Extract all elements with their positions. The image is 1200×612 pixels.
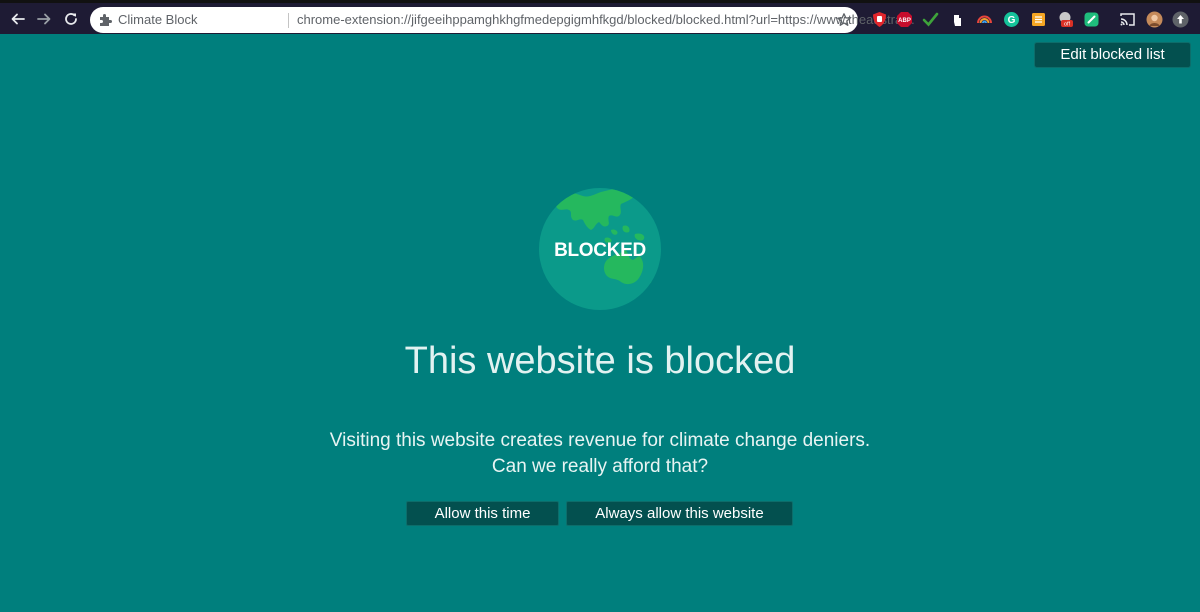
svg-text:G: G [1008, 15, 1016, 26]
cast-icon[interactable] [1119, 11, 1136, 28]
reload-icon [65, 13, 77, 25]
back-arrow-icon [11, 13, 25, 25]
rainbow-icon[interactable] [976, 11, 993, 28]
always-allow-button[interactable]: Always allow this website [566, 501, 793, 526]
puzzle-icon [100, 14, 112, 26]
message-line-2: Can we really afford that? [491, 456, 709, 477]
adblock-plus-icon[interactable]: ABP [896, 11, 913, 28]
address-separator [288, 13, 289, 28]
forward-arrow-icon [37, 13, 51, 25]
forward-button[interactable] [33, 8, 55, 30]
block-message: Visiting this website creates revenue fo… [0, 428, 1200, 480]
update-icon[interactable] [1172, 11, 1189, 28]
site-name: Climate Block [118, 12, 198, 27]
blocked-label: BLOCKED [554, 240, 646, 261]
glove-icon[interactable] [949, 11, 966, 28]
browser-toolbar: Climate Block chrome-extension://jifgeei… [0, 0, 1200, 34]
ublock-icon[interactable] [871, 11, 888, 28]
svg-text:off: off [1064, 22, 1070, 28]
url-text[interactable]: chrome-extension://jifgeeihppamghkhgfmed… [297, 13, 917, 27]
allow-this-time-button[interactable]: Allow this time [406, 501, 559, 526]
address-bar[interactable]: Climate Block chrome-extension://jifgeei… [90, 7, 917, 33]
edit-blocked-list-button[interactable]: Edit blocked list [1034, 42, 1191, 68]
star-icon[interactable] [836, 12, 852, 28]
checkmark-icon[interactable] [922, 11, 939, 28]
page-title: This website is blocked [404, 340, 796, 382]
reload-button[interactable] [60, 8, 82, 30]
back-button[interactable] [7, 8, 29, 30]
grammarly-icon[interactable]: G [1003, 11, 1020, 28]
message-line-1: Visiting this website creates revenue fo… [329, 430, 871, 451]
stack-icon[interactable] [1030, 11, 1047, 28]
edit-square-icon[interactable] [1083, 11, 1100, 28]
profile-avatar[interactable] [1146, 11, 1163, 28]
svg-text:ABP: ABP [898, 18, 911, 24]
shield-off-icon[interactable]: off [1057, 11, 1074, 28]
